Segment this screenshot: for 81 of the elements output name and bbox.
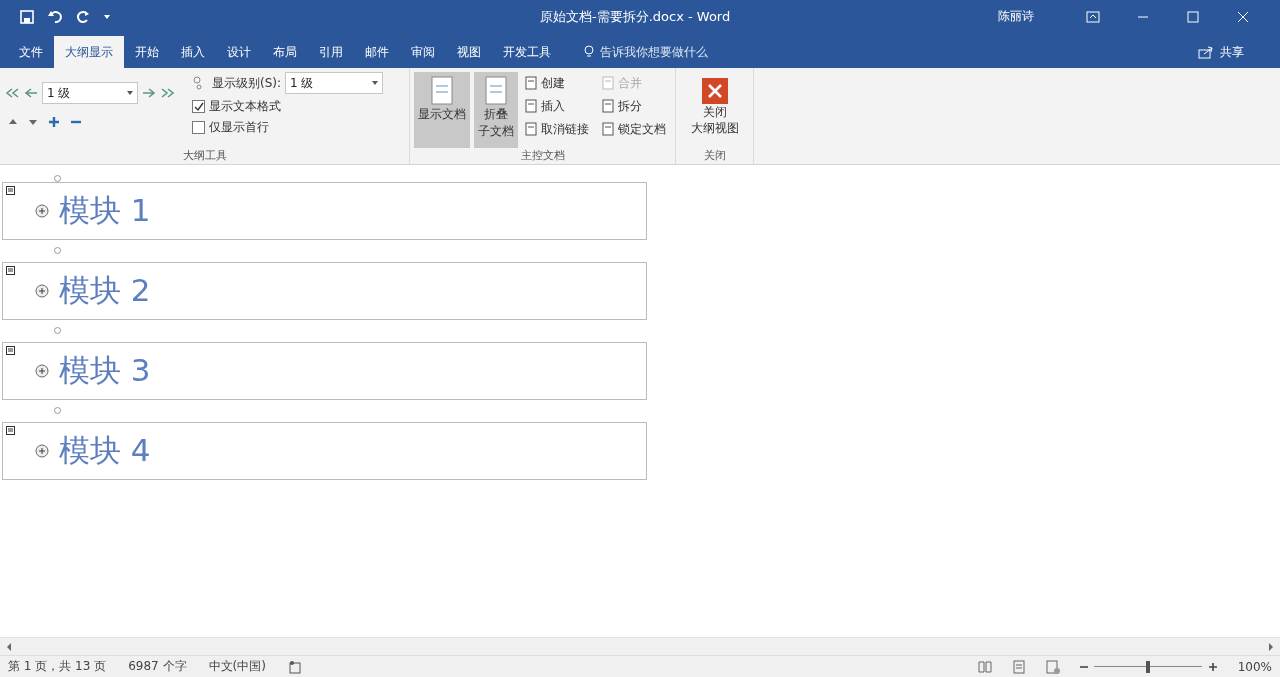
print-layout-icon [1011,659,1026,674]
read-mode-icon [977,659,992,674]
master-document-command[interactable]: 锁定文档 [599,118,668,140]
redo-icon [76,9,90,24]
subdocument-icon [6,266,15,275]
zoom-level[interactable]: 100% [1237,659,1272,674]
document-icon [484,76,508,106]
maximize-icon [1186,9,1200,24]
zoom-slider-thumb[interactable] [1145,660,1150,673]
expand-icon [48,116,60,130]
group-label: 主控文档 [519,148,566,164]
show-level-dropdown[interactable]: 1 级 [285,72,384,94]
close-icon [701,78,728,104]
master-document-command[interactable]: 取消链接 [522,118,591,140]
demote-to-body-icon [160,86,176,100]
expand-heading-icon [35,444,49,458]
ribbon-tab[interactable]: 设计 [216,36,262,68]
master-document-button[interactable]: 显示文档 [414,72,470,148]
lightbulb-icon [582,45,596,59]
expand-heading-icon [35,284,49,298]
ribbon-tab[interactable]: 审阅 [400,36,446,68]
document-icon [601,99,615,113]
document-icon [524,76,538,90]
caret-icon [127,91,133,95]
close-outline-view-button[interactable]: 关闭 大纲视图 [686,72,743,148]
ribbon-tab[interactable]: 大纲显示 [54,36,124,68]
master-document-command[interactable]: 创建 [522,72,591,94]
expand-heading-icon [35,364,49,378]
document-icon [601,76,615,90]
word-count[interactable]: 6987 个字 [128,658,187,675]
option-checkbox[interactable]: 显示文本格式 [192,98,384,115]
undo-icon [48,9,62,24]
subdocument-icon [6,186,15,195]
tell-me-search[interactable]: 告诉我你想要做什么 [576,36,714,68]
option-checkbox[interactable]: 仅显示首行 [192,119,384,136]
ribbon-tab[interactable]: 插入 [170,36,216,68]
show-level-label: 显示级别(S): [212,74,282,92]
page-count[interactable]: 第 1 页，共 13 页 [8,658,107,675]
master-document-command[interactable]: 插入 [522,95,591,117]
ribbon-display-icon [1086,9,1100,24]
expand-heading-icon [35,204,49,218]
share-button[interactable]: 共享 [1192,36,1250,68]
group-label: 大纲工具 [181,148,228,164]
master-document-command[interactable]: 拆分 [599,95,668,117]
demote-icon [142,86,156,100]
ribbon-tab[interactable]: 引用 [308,36,354,68]
group-label: 关闭 [702,148,727,164]
heading-text[interactable]: 模块 4 [59,430,151,472]
save-icon [20,9,34,24]
minimize-icon [1138,15,1148,18]
share-icon [1198,45,1214,59]
close-icon [1236,9,1250,24]
macro-icon [287,659,302,674]
document-icon [430,76,454,106]
promote-icon [24,86,38,100]
heading-text[interactable]: 模块 3 [59,350,151,392]
promote-to-heading-icon [4,86,20,100]
ribbon-tab[interactable]: 视图 [446,36,492,68]
document-icon [524,99,538,113]
checkbox[interactable] [192,121,205,134]
ribbon-tab[interactable]: 布局 [262,36,308,68]
ribbon-tab[interactable]: 开发工具 [492,36,562,68]
ribbon-tab[interactable]: 邮件 [354,36,400,68]
master-document-button[interactable]: 折叠 子文档 [474,72,518,148]
document-icon [524,122,538,136]
ribbon-tab[interactable]: 开始 [124,36,170,68]
subdocument-icon [6,426,15,435]
outline-level-dropdown[interactable]: 1 级 [42,82,138,104]
customize-icon [104,14,110,19]
web-layout-icon [1045,659,1060,674]
heading-text[interactable]: 模块 2 [59,270,151,312]
checkbox[interactable] [192,100,205,113]
subdocument-icon [6,346,15,355]
user-name[interactable]: 陈丽诗 [998,8,1034,25]
window-title: 原始文档-需要拆分.docx - Word [540,7,732,26]
document-icon [601,122,615,136]
ribbon-tab[interactable]: 文件 [8,36,54,68]
language[interactable]: 中文(中国) [208,658,266,675]
heading-text[interactable]: 模块 1 [59,190,151,232]
zoom-out-icon [1079,665,1088,668]
caret-icon [372,81,379,85]
